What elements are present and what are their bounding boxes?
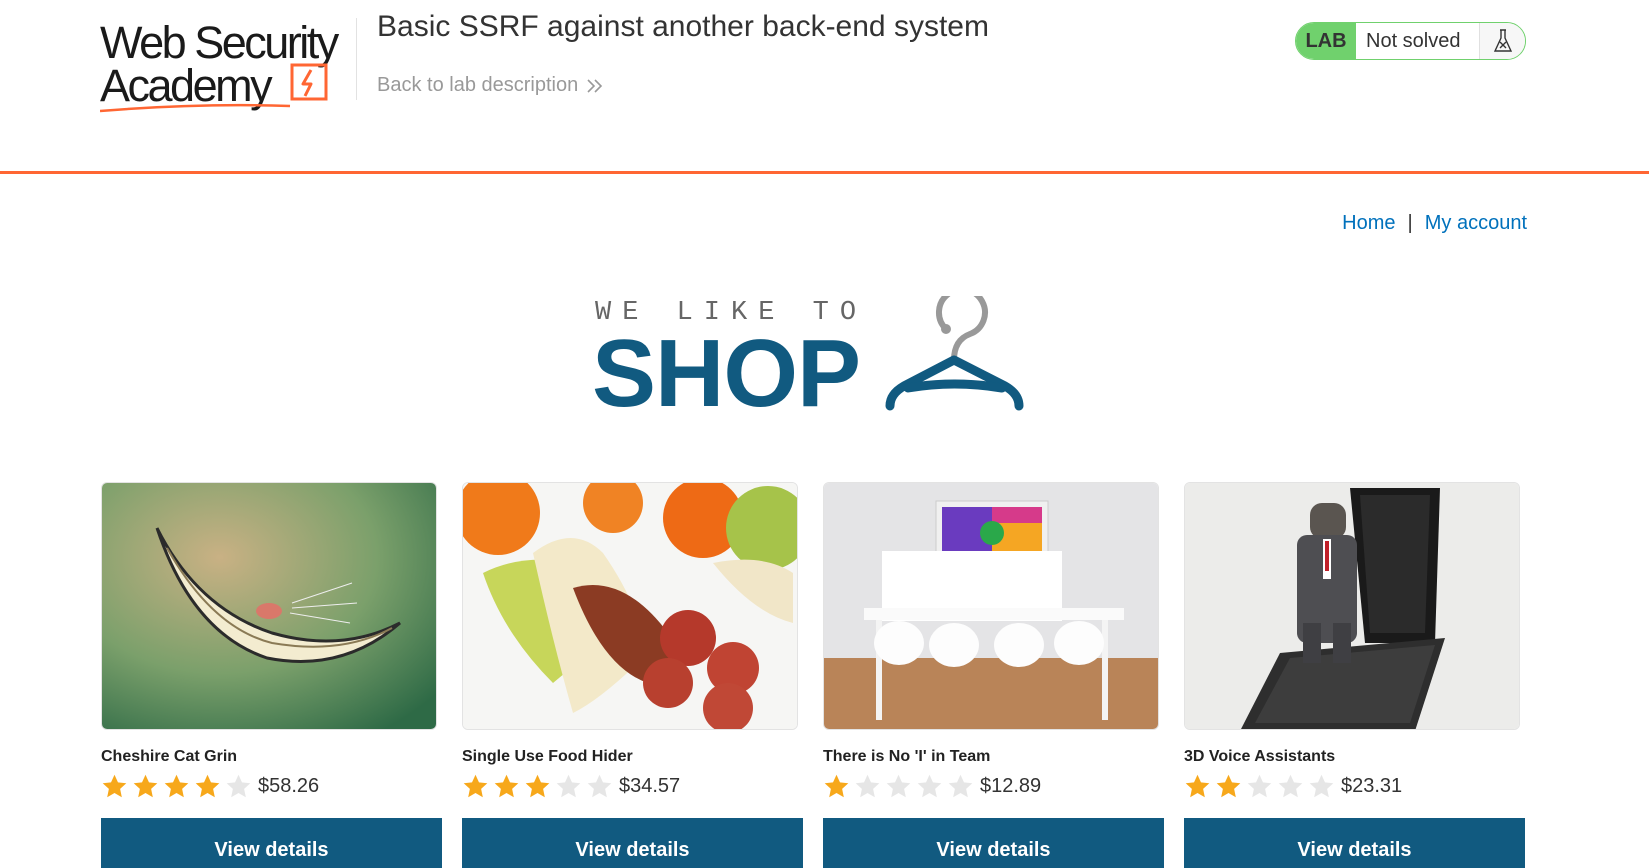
- product-rating: [823, 773, 974, 800]
- product-name: 3D Voice Assistants: [1184, 748, 1336, 765]
- product-price: $23.31: [1341, 775, 1403, 797]
- view-details-button[interactable]: View details: [823, 818, 1164, 868]
- lab-status-text: Not solved: [1356, 23, 1480, 59]
- star-icon: [1185, 774, 1210, 798]
- lab-status-badge: LAB Not solved: [1295, 22, 1526, 60]
- star-icon: [133, 774, 158, 798]
- star-icon: [195, 774, 220, 798]
- star-icon: [102, 774, 127, 798]
- lab-badge-label: LAB: [1296, 23, 1356, 59]
- star-icon: [556, 774, 581, 798]
- product-name: Cheshire Cat Grin: [101, 748, 238, 765]
- star-icon: [525, 774, 550, 798]
- top-nav: Home | My account: [1342, 212, 1527, 235]
- product-image-voice-assistant-phone: [1184, 482, 1520, 730]
- double-chevron-right-icon: [587, 78, 603, 93]
- product-rating: [1184, 773, 1335, 800]
- product-image-food-hider: [462, 482, 798, 730]
- product-rating: [101, 773, 252, 800]
- star-icon: [1309, 774, 1334, 798]
- back-to-lab-description-link[interactable]: Back to lab description: [377, 74, 604, 97]
- star-icon: [917, 774, 942, 798]
- star-icon: [463, 774, 488, 798]
- shop-banner: WE LIKE TO SHOP: [592, 296, 1042, 427]
- star-icon: [164, 774, 189, 798]
- logo-bolt-icon: [290, 63, 328, 101]
- product-name: There is No 'I' in Team: [823, 748, 991, 765]
- view-details-button[interactable]: View details: [462, 818, 803, 868]
- product-name: Single Use Food Hider: [462, 748, 633, 765]
- nav-separator: |: [1407, 212, 1413, 234]
- product-grid: Cheshire Cat Grin $58.26 View details Si…: [101, 482, 1526, 868]
- view-details-button[interactable]: View details: [101, 818, 442, 868]
- flask-icon: [1480, 23, 1525, 59]
- my-account-link[interactable]: My account: [1425, 212, 1527, 235]
- product-image-cheshire-cat-grin: [101, 482, 437, 730]
- product-rating: [462, 773, 613, 800]
- product-price: $12.89: [980, 775, 1042, 797]
- logo-swoosh: [100, 103, 291, 113]
- star-icon: [1247, 774, 1272, 798]
- logo-text-line1: Web Security: [100, 17, 339, 68]
- star-icon: [494, 774, 519, 798]
- product-card: There is No 'I' in Team $12.89 View deta…: [823, 482, 1164, 868]
- star-icon: [1216, 774, 1241, 798]
- back-link-label: Back to lab description: [377, 74, 579, 96]
- product-image-team-table: [823, 482, 1159, 730]
- star-icon: [886, 774, 911, 798]
- hanger-icon: [885, 296, 1024, 411]
- view-details-button[interactable]: View details: [1184, 818, 1525, 868]
- web-security-academy-logo[interactable]: Web Security Academy: [100, 18, 350, 118]
- star-icon: [855, 774, 880, 798]
- product-price: $58.26: [258, 775, 320, 797]
- lab-title: Basic SSRF against another back-end syst…: [377, 10, 989, 43]
- header-separator: [0, 171, 1649, 174]
- product-price: $34.57: [619, 775, 681, 797]
- star-icon: [948, 774, 973, 798]
- home-link[interactable]: Home: [1342, 212, 1395, 235]
- star-icon: [587, 774, 612, 798]
- star-icon: [226, 774, 251, 798]
- header-divider: [356, 18, 357, 100]
- academy-header: Web Security Academy Basic SSRF against …: [0, 0, 1649, 174]
- product-card: Cheshire Cat Grin $58.26 View details: [101, 482, 442, 868]
- star-icon: [1278, 774, 1303, 798]
- banner-title: SHOP: [592, 320, 861, 427]
- product-card: Single Use Food Hider $34.57 View detail…: [462, 482, 803, 868]
- star-icon: [824, 774, 849, 798]
- product-card: 3D Voice Assistants $23.31 View details: [1184, 482, 1525, 868]
